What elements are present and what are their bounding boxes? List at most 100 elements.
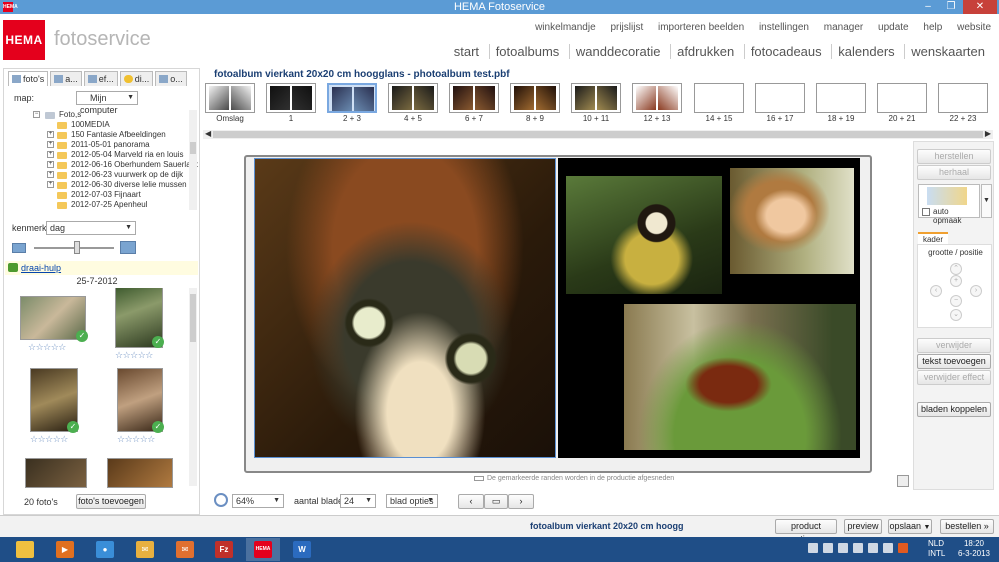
auto-layout-checkbox[interactable] — [922, 208, 930, 216]
move-up-icon[interactable]: ⌃ — [950, 263, 962, 275]
rotate-help-link[interactable]: draai-hulp — [21, 263, 61, 273]
rating-stars[interactable]: ☆☆☆☆☆ — [30, 434, 68, 445]
collapse-icon[interactable]: − — [33, 111, 40, 118]
tree-node[interactable]: 2012-07-03 Fijnaart — [7, 190, 198, 200]
page-thumbnail[interactable] — [388, 83, 438, 113]
map-select[interactable]: Mijn computer ▼ — [76, 91, 138, 115]
zoom-select[interactable]: 64% ▼ — [232, 494, 284, 508]
auto-layout-box[interactable]: auto opmaak — [918, 184, 980, 225]
tab-albums[interactable]: a... — [50, 71, 82, 86]
page-thumbnail[interactable] — [938, 83, 988, 113]
order-button[interactable]: bestellen » — [940, 519, 994, 534]
page-thumbnail[interactable] — [266, 83, 316, 113]
taskbar-filezilla[interactable]: Fz — [207, 538, 241, 561]
preview-button[interactable]: preview — [844, 519, 882, 534]
rating-stars[interactable]: ☆☆☆☆☆ — [117, 434, 155, 445]
tab-other[interactable]: o... — [155, 71, 187, 86]
tree-node[interactable]: + 2012-05-04 Marveld ria en louis — [7, 150, 198, 160]
taskbar-file-explorer[interactable] — [8, 538, 42, 561]
prev-page-button[interactable]: ‹ — [458, 494, 484, 509]
zoom-in-icon[interactable]: + — [950, 275, 962, 287]
scroll-left-icon[interactable]: ◀ — [205, 129, 211, 138]
link-update[interactable]: update — [878, 22, 909, 33]
nav-afdrukken[interactable]: afdrukken — [670, 44, 741, 59]
tree-node[interactable]: + 2012-06-23 vuurwerk op de dijk — [7, 170, 198, 180]
tray-icon[interactable] — [883, 543, 893, 553]
taskbar-hema[interactable]: HEMA — [246, 538, 280, 561]
pages-select[interactable]: 24 ▼ — [340, 494, 376, 508]
tray-icon[interactable] — [838, 543, 848, 553]
link-instellingen[interactable]: instellingen — [759, 22, 809, 33]
close-icon[interactable]: ✕ — [963, 0, 997, 14]
taskbar-media-player[interactable]: ▶ — [48, 538, 82, 561]
link-website[interactable]: website — [957, 22, 991, 33]
page-thumbnail[interactable] — [327, 83, 377, 113]
tree-node[interactable]: 2012-07-25 Apenheul — [7, 200, 198, 210]
filmstrip-scrollbar[interactable]: ◀ ▶ — [203, 129, 993, 139]
maximize-icon[interactable]: ❐ — [940, 0, 962, 14]
add-photos-button[interactable]: foto's toevoegen — [76, 494, 146, 509]
save-button[interactable]: opslaan ▼ — [888, 519, 932, 534]
tray-icon[interactable] — [808, 543, 818, 553]
page-thumbnail[interactable] — [571, 83, 621, 113]
tray-icon[interactable] — [853, 543, 863, 553]
remove-button[interactable]: verwijder — [917, 338, 991, 353]
scroll-thumb[interactable] — [213, 131, 983, 138]
tray-icon[interactable] — [898, 543, 908, 553]
thumbnail-size-slider[interactable] — [12, 241, 136, 255]
redo-button[interactable]: herhaal — [917, 165, 991, 180]
page-thumbnail[interactable] — [632, 83, 682, 113]
nav-fotoalbums[interactable]: fotoalbums — [488, 44, 566, 59]
taskbar-mail-app[interactable]: ✉ — [168, 538, 202, 561]
move-left-icon[interactable]: ‹ — [930, 285, 942, 297]
move-right-icon[interactable]: › — [970, 285, 982, 297]
restore-button[interactable]: herstellen — [917, 149, 991, 164]
rating-stars[interactable]: ☆☆☆☆☆ — [28, 342, 66, 353]
girl-photo[interactable] — [730, 168, 854, 274]
nav-kalenders[interactable]: kalenders — [831, 44, 901, 59]
lemur-photo[interactable] — [255, 159, 555, 457]
taskbar-chrome[interactable]: ● — [88, 538, 122, 561]
link-manager[interactable]: manager — [824, 22, 863, 33]
zoom-out-icon[interactable]: − — [950, 295, 962, 307]
tree-node[interactable]: + 2012-06-16 Oberhundem Sauerland — [7, 160, 198, 170]
expand-icon[interactable]: + — [47, 161, 54, 168]
rating-stars[interactable]: ☆☆☆☆☆ — [115, 350, 153, 361]
tree-node[interactable]: + 150 Fantasie Afbeeldingen — [7, 130, 198, 140]
link-help[interactable]: help — [923, 22, 942, 33]
scroll-thumb[interactable] — [190, 142, 196, 154]
page-thumbnail[interactable] — [510, 83, 560, 113]
expand-icon[interactable]: + — [47, 131, 54, 138]
clock[interactable]: 18:20 6-3-2013 — [954, 539, 994, 559]
next-page-button[interactable]: › — [508, 494, 534, 509]
tree-scrollbar[interactable] — [189, 110, 197, 210]
layout-icon[interactable] — [897, 475, 909, 487]
kenmerk-select[interactable]: dag ▼ — [46, 221, 136, 235]
nav-fotocadeaus[interactable]: fotocadeaus — [743, 44, 828, 59]
photo-image[interactable] — [107, 458, 173, 488]
photo-image[interactable] — [25, 458, 87, 488]
page-thumbnail[interactable] — [816, 83, 866, 113]
orangutan-photo[interactable] — [624, 304, 856, 450]
taskbar-word[interactable]: W — [285, 538, 319, 561]
link-importeren[interactable]: importeren beelden — [658, 22, 744, 33]
tab-photos[interactable]: foto's — [8, 71, 49, 86]
minimize-icon[interactable]: – — [917, 0, 939, 14]
hema-logo[interactable]: HEMA — [3, 20, 45, 60]
nav-start[interactable]: start — [448, 44, 485, 59]
scroll-right-icon[interactable]: ▶ — [985, 129, 991, 138]
tree-node[interactable]: − Foto,s — [7, 110, 198, 120]
tray-icon[interactable] — [868, 543, 878, 553]
tree-node[interactable]: + 2011-05-01 panorama — [7, 140, 198, 150]
page-thumbnail[interactable] — [205, 83, 255, 113]
expand-icon[interactable]: + — [47, 151, 54, 158]
page-thumbnail[interactable] — [755, 83, 805, 113]
expand-icon[interactable]: + — [47, 171, 54, 178]
chevron-down-icon[interactable]: ▼ — [981, 184, 992, 218]
book-view-icon[interactable]: ▭ — [484, 494, 508, 509]
monkey-photo[interactable] — [566, 176, 722, 294]
nav-wanddecoratie[interactable]: wanddecoratie — [568, 44, 667, 59]
right-page[interactable] — [558, 158, 860, 458]
remove-effect-button[interactable]: verwijder effect — [917, 370, 991, 385]
tab-decorations[interactable]: di... — [119, 71, 154, 86]
